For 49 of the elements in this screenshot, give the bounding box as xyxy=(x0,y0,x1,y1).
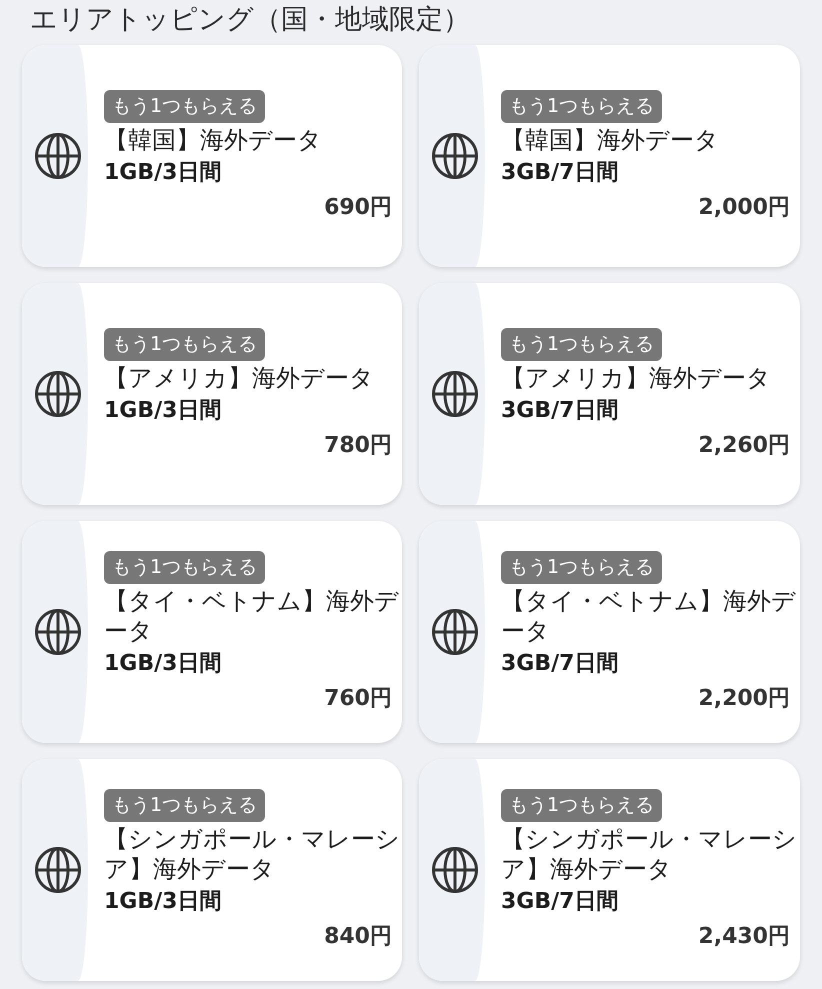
plan-title: 【韓国】海外データ xyxy=(104,125,323,155)
bonus-badge: もう1つもらえる xyxy=(501,90,662,123)
plan-title: 【シンガポール・マレーシア】海外データ xyxy=(104,824,401,884)
plan-card[interactable]: もう1つもらえる 【タイ・ベトナム】海外データ 3GB/7日間 2,200円 xyxy=(419,521,800,743)
plan-price: 760円 xyxy=(324,685,393,713)
plan-title: 【シンガポール・マレーシア】海外データ xyxy=(501,824,798,884)
plan-card[interactable]: もう1つもらえる 【アメリカ】海外データ 3GB/7日間 2,260円 xyxy=(419,283,800,505)
globe-icon xyxy=(431,608,479,656)
plan-card[interactable]: もう1つもらえる 【タイ・ベトナム】海外データ 1GB/3日間 760円 xyxy=(22,521,402,743)
globe-icon xyxy=(34,608,82,656)
plan-title: 【タイ・ベトナム】海外データ xyxy=(104,586,400,646)
plan-card[interactable]: もう1つもらえる 【韓国】海外データ 3GB/7日間 2,000円 xyxy=(419,45,800,267)
bonus-badge: もう1つもらえる xyxy=(104,90,266,123)
bonus-badge: もう1つもらえる xyxy=(104,328,266,361)
plan-title: 【アメリカ】海外データ xyxy=(104,363,375,393)
globe-icon xyxy=(34,132,82,180)
globe-icon xyxy=(34,370,82,418)
plan-spec: 3GB/7日間 xyxy=(501,397,620,425)
plan-price: 780円 xyxy=(324,432,393,460)
plan-price: 840円 xyxy=(324,923,393,951)
bonus-badge: もう1つもらえる xyxy=(104,551,266,584)
bonus-badge: もう1つもらえる xyxy=(501,551,662,584)
bonus-badge: もう1つもらえる xyxy=(501,789,662,822)
plan-price: 2,260円 xyxy=(698,432,791,460)
plan-spec: 1GB/3日間 xyxy=(104,397,222,425)
plan-title: 【アメリカ】海外データ xyxy=(501,363,772,393)
globe-icon xyxy=(431,132,479,180)
globe-icon xyxy=(34,846,82,894)
plan-card[interactable]: もう1つもらえる 【アメリカ】海外データ 1GB/3日間 780円 xyxy=(22,283,402,505)
plan-card[interactable]: もう1つもらえる 【シンガポール・マレーシア】海外データ 3GB/7日間 2,430円 xyxy=(419,759,800,981)
plan-spec: 3GB/7日間 xyxy=(501,159,620,187)
section-heading: エリアトッピング（国・地域限定） xyxy=(30,3,471,37)
plan-price: 2,430円 xyxy=(698,923,791,951)
plan-price: 690円 xyxy=(324,194,393,222)
bonus-badge: もう1つもらえる xyxy=(104,789,266,822)
plan-spec: 3GB/7日間 xyxy=(501,888,620,916)
plan-spec: 1GB/3日間 xyxy=(104,650,222,678)
plan-title: 【タイ・ベトナム】海外データ xyxy=(501,586,797,646)
globe-icon xyxy=(431,370,479,418)
plan-spec: 3GB/7日間 xyxy=(501,650,620,678)
plan-card[interactable]: もう1つもらえる 【シンガポール・マレーシア】海外データ 1GB/3日間 840円 xyxy=(22,759,402,981)
plan-title: 【韓国】海外データ xyxy=(501,125,720,155)
plan-spec: 1GB/3日間 xyxy=(104,159,222,187)
globe-icon xyxy=(431,846,479,894)
plan-card[interactable]: もう1つもらえる 【韓国】海外データ 1GB/3日間 690円 xyxy=(22,45,402,267)
plan-price: 2,000円 xyxy=(698,194,791,222)
plan-spec: 1GB/3日間 xyxy=(104,888,222,916)
bonus-badge: もう1つもらえる xyxy=(501,328,662,361)
plan-price: 2,200円 xyxy=(698,685,791,713)
